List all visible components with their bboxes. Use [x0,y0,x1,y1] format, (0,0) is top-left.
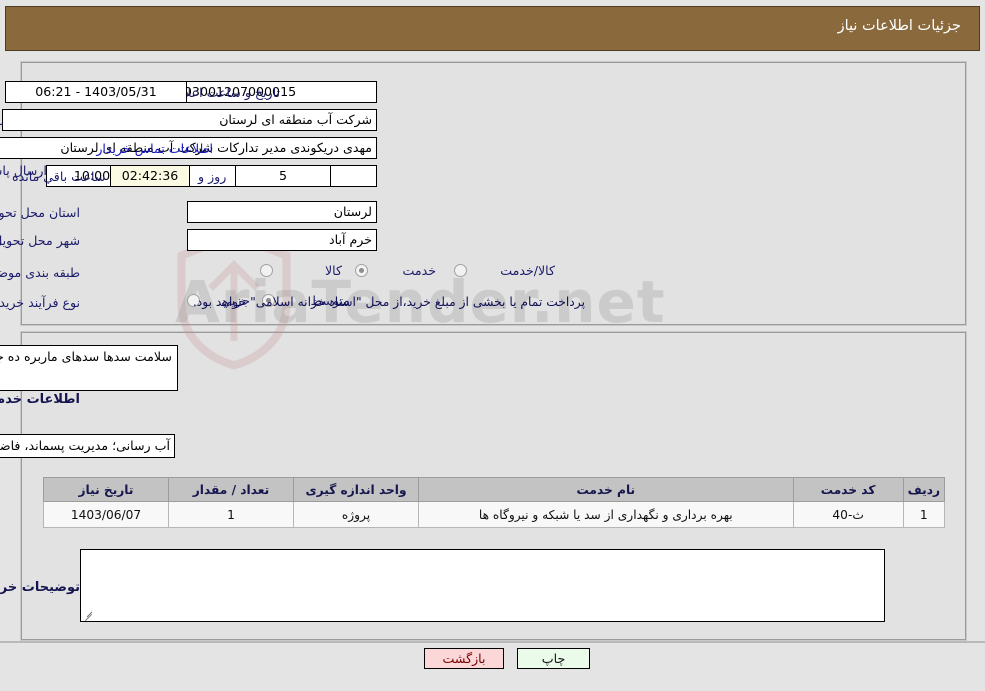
city-value[interactable]: خرم آباد [187,229,377,251]
deadline-days-value[interactable]: 5 [235,165,331,187]
general-description-textarea[interactable]: سلامت سدها سدهای ماربره ده جانی داربلوط … [0,345,178,391]
deadline-remaining-label: ساعت باقي مانده [12,169,106,184]
buyer-notes-label: توضیحات خریدار: [0,580,80,595]
print-button[interactable]: چاپ [517,648,590,669]
deadline-days-label: روز و [198,169,227,184]
province-label: استان محل تحویل: [0,205,80,220]
table-row: 1 ث-40 بهره برداری و نگهداری از سد یا شب… [43,501,946,528]
cell-date: 1403/06/07 [43,501,169,528]
cell-unit: پروژه [293,501,419,528]
buyer-notes-textarea[interactable] [80,549,885,622]
category-radio-kala[interactable] [260,264,273,277]
cell-code: ث-40 [792,501,904,528]
city-label: شهر محل تحویل: [0,233,80,248]
page-title: جزئیات اطلاعات نیاز [837,18,961,34]
services-table: ردیف کد خدمت نام خدمت واحد اندازه گیری ت… [43,477,946,528]
deadline-remaining-value: 02:42:36 [110,165,190,187]
category-radio-khedmat[interactable] [355,264,368,277]
buyer-contact-link[interactable]: اطلاعات تماس خریدار [96,141,213,156]
footer-divider [0,641,985,643]
cell-qty: 1 [168,501,294,528]
table-col-name: نام خدمت [418,477,794,502]
back-button[interactable]: بازگشت [424,648,504,669]
page-root: جزئیات اطلاعات نیاز AriaTender.net شماره… [0,0,985,691]
general-description-value: سلامت سدها سدهای ماربره ده جانی داربلوط … [0,349,172,364]
buyer-org-value[interactable]: شرکت آب منطقه ای لرستان [2,109,377,131]
page-header-bar: جزئیات اطلاعات نیاز [5,6,980,51]
category-radio-kala-khedmat[interactable] [454,264,467,277]
table-col-radif: ردیف [902,477,946,502]
table-col-qty: تعداد / مقدار [168,477,294,502]
category-label-kala: کالا [324,263,342,278]
category-label-kala-khedmat: کالا/خدمت [500,263,555,278]
table-col-unit: واحد اندازه گیری [293,477,419,502]
purchase-type-label: نوع فرآیند خرید : [0,295,80,310]
cell-radif: 1 [902,501,946,528]
services-section-title: اطلاعات خدمات مورد نیاز [0,392,80,407]
announce-datetime-value[interactable]: 1403/05/31 - 06:21 [5,81,187,103]
table-col-code: کد خدمت [792,477,904,502]
table-header-row: ردیف کد خدمت نام خدمت واحد اندازه گیری ت… [43,477,946,502]
table-col-date: تاریخ نیاز [43,477,169,502]
category-label: طبقه بندی موضوعی: [0,265,80,280]
purchase-type-note: پرداخت تمام یا بخشی از مبلغ خرید،از محل … [192,295,585,309]
cell-name: بهره برداری و نگهداری از سد یا شبکه و نی… [418,501,794,528]
province-value[interactable]: لرستان [187,201,377,223]
service-group-value[interactable]: آب رسانی؛ مدیریت پسماند، فاضلاب و فعالیت… [0,434,175,458]
category-label-khedmat: خدمت [402,263,436,278]
resize-grip-icon-notes[interactable] [83,608,95,620]
